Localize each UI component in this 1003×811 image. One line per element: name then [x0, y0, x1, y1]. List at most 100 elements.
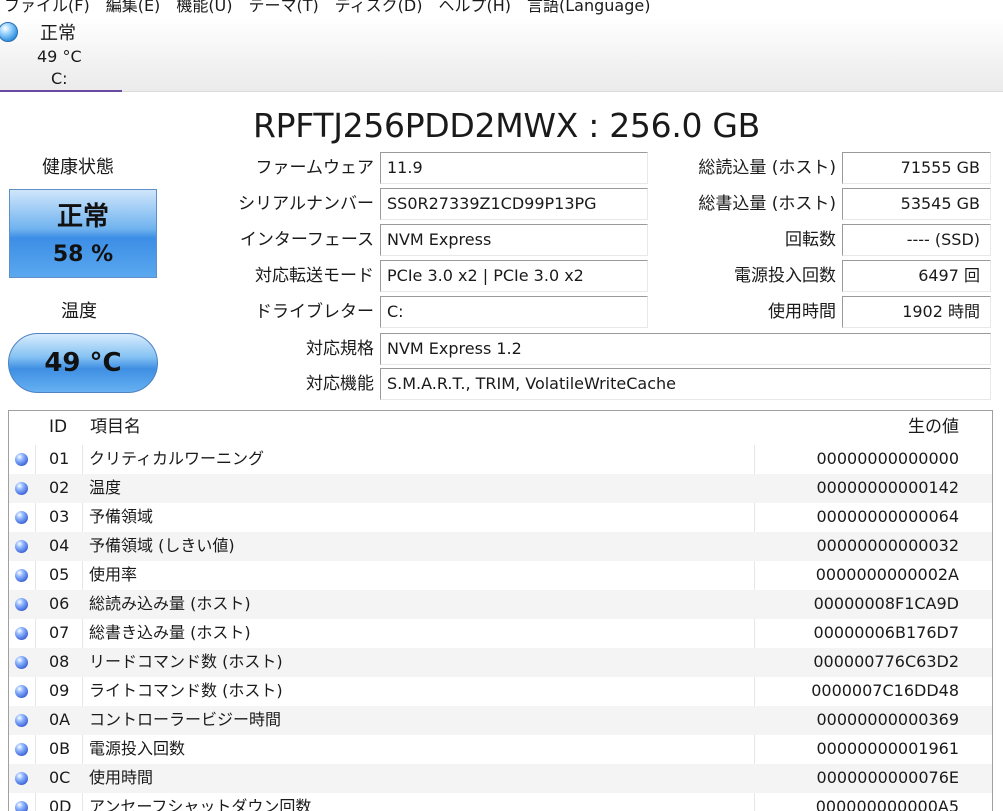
serial-label: シリアルナンバー: [238, 194, 374, 214]
drive-bar: 正常 49 °C C:: [0, 18, 1003, 92]
menu-language[interactable]: 言語(Language): [519, 0, 658, 16]
header-id[interactable]: ID: [49, 415, 67, 439]
power-on-hours-value: 1902 時間: [842, 296, 991, 328]
attribute-id: 0C: [49, 768, 71, 787]
status-good-icon: [0, 22, 18, 42]
power-on-hours-label: 使用時間: [768, 302, 836, 322]
smart-attribute-table[interactable]: ID 項目名 生の値 01 クリティカルワーニング 00000000000000…: [8, 410, 993, 811]
attribute-id: 0B: [49, 739, 71, 758]
status-dot-icon: [15, 511, 28, 524]
menu-theme[interactable]: テーマ(T): [241, 0, 327, 16]
firmware-label: ファームウェア: [255, 158, 375, 178]
attribute-name: 使用率: [89, 565, 138, 584]
drive-letter-value: C:: [380, 296, 648, 328]
attribute-raw-value: 00000000001961: [816, 739, 959, 758]
attribute-name: 電源投入回数: [89, 739, 186, 758]
attribute-id: 0D: [49, 797, 72, 811]
table-row[interactable]: 0D アンセーフシャットダウン回数 000000000000A5: [9, 793, 992, 811]
total-write-label: 総書込量 (ホスト): [698, 194, 836, 214]
temperature-button[interactable]: 49 °C: [8, 333, 158, 393]
table-row[interactable]: 02 温度 00000000000142: [9, 474, 992, 503]
status-dot-icon: [15, 598, 28, 611]
table-row[interactable]: 03 予備領域 00000000000064: [9, 503, 992, 532]
table-row[interactable]: 0B 電源投入回数 00000000001961: [9, 735, 992, 764]
attribute-id: 07: [49, 623, 70, 642]
power-on-count-label: 電源投入回数: [734, 266, 836, 286]
drive-tab-temperature: 49 °C: [37, 47, 82, 66]
attribute-name: 総書き込み量 (ホスト): [89, 623, 251, 642]
attribute-name: ライトコマンド数 (ホスト): [89, 681, 283, 700]
table-row[interactable]: 04 予備領域 (しきい値) 00000000000032: [9, 532, 992, 561]
attribute-name: 予備領域 (しきい値): [89, 536, 235, 555]
attribute-id: 08: [49, 652, 70, 671]
attribute-id: 09: [49, 681, 70, 700]
attribute-raw-value: 0000000000076E: [816, 768, 959, 787]
attribute-id: 05: [49, 565, 70, 584]
attribute-raw-value: 00000000000000: [816, 449, 959, 468]
table-row[interactable]: 0A コントローラービジー時間 00000000000369: [9, 706, 992, 735]
menu-function[interactable]: 機能(U): [168, 0, 240, 16]
attribute-raw-value: 0000000000002A: [815, 565, 959, 584]
table-row[interactable]: 09 ライトコマンド数 (ホスト) 0000007C16DD48: [9, 677, 992, 706]
table-row[interactable]: 07 総書き込み量 (ホスト) 00000006B176D7: [9, 619, 992, 648]
status-dot-icon: [15, 540, 28, 553]
table-row[interactable]: 0C 使用時間 0000000000076E: [9, 764, 992, 793]
menu-help[interactable]: ヘルプ(H): [430, 0, 519, 16]
interface-value: NVM Express: [380, 224, 648, 256]
attribute-id: 02: [49, 478, 70, 497]
table-row[interactable]: 05 使用率 0000000000002A: [9, 561, 992, 590]
attribute-name: 総読み込み量 (ホスト): [89, 594, 251, 613]
total-read-label: 総読込量 (ホスト): [698, 158, 836, 178]
attribute-name: クリティカルワーニング: [89, 449, 265, 468]
menu-bar: ファイル(F) 編集(E) 機能(U) テーマ(T) ディスク(D) ヘルプ(H…: [0, 0, 1003, 18]
status-dot-icon: [15, 743, 28, 756]
attribute-name: 予備領域: [89, 507, 154, 526]
standard-label: 対応規格: [306, 339, 374, 359]
status-dot-icon: [15, 627, 28, 640]
drive-letter-label: ドライブレター: [255, 302, 374, 322]
header-raw[interactable]: 生の値: [908, 415, 959, 439]
attribute-name: リードコマンド数 (ホスト): [89, 652, 283, 671]
selected-tab-indicator: [0, 90, 122, 92]
rotation-rate-label: 回転数: [785, 230, 836, 250]
table-row[interactable]: 06 総読み込み量 (ホスト) 00000008F1CA9D: [9, 590, 992, 619]
health-label: 健康状態: [42, 157, 114, 178]
attribute-name: アンセーフシャットダウン回数: [89, 797, 312, 811]
features-label: 対応機能: [306, 374, 374, 394]
status-dot-icon: [15, 801, 28, 811]
interface-label: インターフェース: [239, 230, 374, 250]
status-dot-icon: [15, 772, 28, 785]
menu-disk[interactable]: ディスク(D): [327, 0, 431, 16]
status-dot-icon: [15, 482, 28, 495]
rotation-rate-value: ---- (SSD): [842, 224, 991, 256]
attribute-raw-value: 00000000000369: [816, 710, 959, 729]
attribute-id: 03: [49, 507, 70, 526]
serial-value: SS0R27339Z1CD99P13PG: [380, 188, 648, 220]
disk-title: RPFTJ256PDD2MWX : 256.0 GB: [253, 106, 761, 145]
drive-tab-c[interactable]: 正常 49 °C C:: [0, 18, 122, 92]
attribute-raw-value: 000000000000A5: [815, 797, 959, 811]
status-dot-icon: [15, 685, 28, 698]
temperature-label: 温度: [61, 301, 97, 322]
attribute-id: 04: [49, 536, 70, 555]
attribute-raw-value: 00000000000032: [816, 536, 959, 555]
power-on-count-value: 6497 回: [842, 260, 991, 292]
attribute-name: コントローラービジー時間: [89, 710, 282, 729]
attribute-raw-value: 000000776C63D2: [813, 652, 959, 671]
health-status-button[interactable]: 正常 58 %: [9, 189, 157, 278]
attribute-id: 06: [49, 594, 70, 613]
attribute-raw-value: 0000007C16DD48: [811, 681, 959, 700]
header-name[interactable]: 項目名: [90, 415, 141, 439]
attribute-name: 使用時間: [89, 768, 154, 787]
total-read-value: 71555 GB: [842, 152, 991, 184]
table-header: ID 項目名 生の値: [9, 411, 992, 445]
transfer-mode-value: PCIe 3.0 x2 | PCIe 3.0 x2: [380, 260, 648, 292]
status-dot-icon: [15, 569, 28, 582]
menu-edit[interactable]: 編集(E): [98, 0, 169, 16]
table-row[interactable]: 08 リードコマンド数 (ホスト) 000000776C63D2: [9, 648, 992, 677]
attribute-raw-value: 00000000000142: [816, 478, 959, 497]
table-row[interactable]: 01 クリティカルワーニング 00000000000000: [9, 445, 992, 474]
temperature-value: 49 °C: [44, 348, 122, 378]
attribute-raw-value: 00000000000064: [816, 507, 959, 526]
menu-file[interactable]: ファイル(F): [0, 0, 98, 16]
